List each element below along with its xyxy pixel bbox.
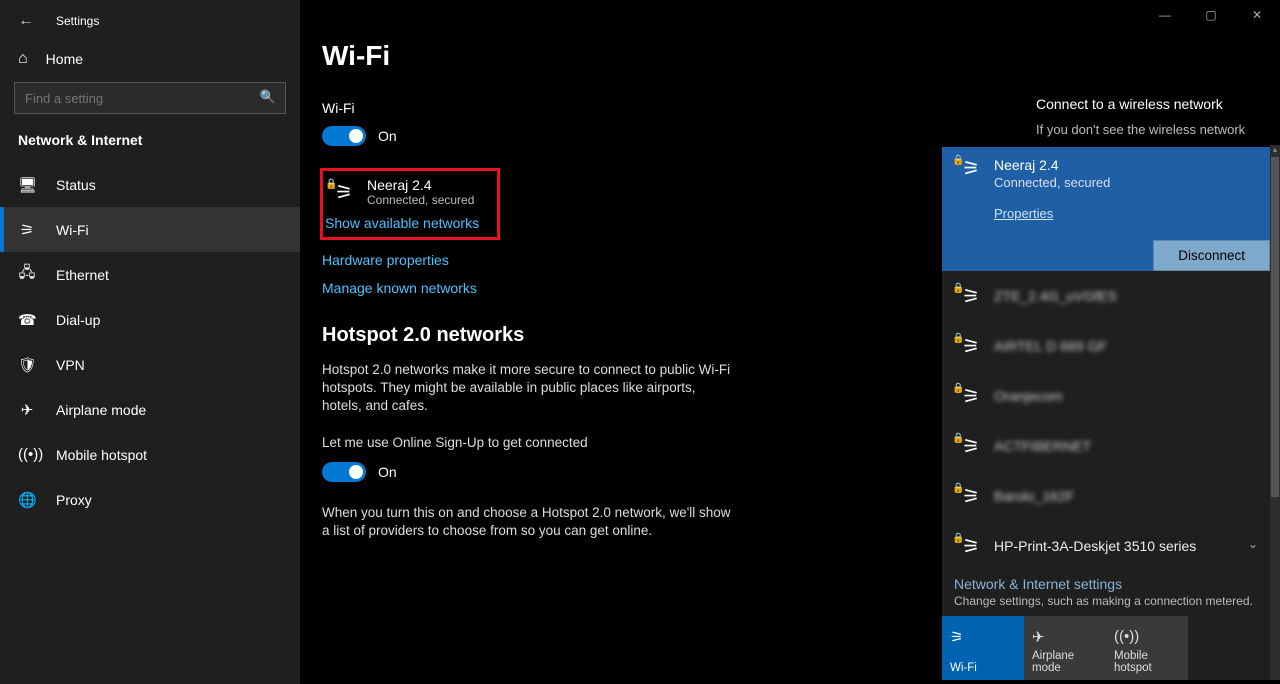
sidebar-item-proxy[interactable]: 🌐 Proxy [0, 477, 300, 522]
sidebar-item-label: Status [56, 177, 96, 193]
sidebar-nav: 🖥 Status ⚞ Wi-Fi 🖧 Ethernet ☎ Dial-up 🛡 VPN ✈… [0, 162, 300, 684]
flyout-settings-link[interactable]: Network & Internet settings Change setti… [942, 570, 1270, 616]
flyout-network-item[interactable]: 🔒⚞ HP-Print-3A-Deskjet 3510 series [942, 521, 1270, 570]
help-subtext: If you don't see the wireless network [1036, 122, 1256, 137]
sidebar-item-label: Proxy [56, 492, 92, 508]
flyout-network-item[interactable]: 🔒⚞ AIRTEL D 689 GF [942, 321, 1270, 371]
wifi-secured-icon: 🔒⚞ [954, 435, 980, 457]
titlebar-left: ← Settings [0, 0, 300, 40]
flyout-network-list: 🔒⚞ ZTE_2.4G_uVGfES 🔒⚞ AIRTEL D 689 GF 🔒⚞… [942, 271, 1270, 570]
flyout-network-name: Barolo_162F [994, 488, 1074, 504]
sidebar-item-label: VPN [56, 357, 85, 373]
flyout-settings-title: Network & Internet settings [954, 576, 1258, 592]
tile-label: Wi-Fi [950, 662, 1016, 674]
search-container: 🔍 [0, 82, 300, 132]
tile-wifi[interactable]: ⚞ Wi-Fi [942, 616, 1024, 680]
flyout-network-name: ZTE_2.4G_uVGfES [994, 288, 1117, 304]
back-button[interactable]: ← [18, 12, 34, 30]
sidebar-home[interactable]: ⌂ Home [0, 40, 300, 82]
connected-network-status: Connected, secured [367, 193, 474, 207]
sidebar-item-status[interactable]: 🖥 Status [0, 162, 300, 207]
sidebar-category: Network & Internet [0, 132, 300, 162]
wifi-secured-icon: 🔒⚞ [327, 181, 353, 203]
wifi-icon: ⚞ [17, 221, 37, 239]
sidebar-item-label: Mobile hotspot [56, 447, 147, 463]
vpn-icon: 🛡 [18, 356, 36, 374]
wifi-icon: ⚞ [950, 622, 1016, 646]
search-input[interactable] [14, 82, 286, 114]
sidebar: ← Settings ⌂ Home 🔍 Network & Internet 🖥… [0, 0, 300, 684]
help-panel: Connect to a wireless network If you don… [1036, 96, 1256, 137]
sidebar-item-label: Dial-up [56, 312, 100, 328]
flyout-scrollbar[interactable] [1270, 145, 1280, 680]
wifi-toggle[interactable] [322, 126, 366, 146]
highlighted-region: 🔒⚞ Neeraj 2.4 Connected, secured Show av… [320, 168, 500, 240]
help-heading: Connect to a wireless network [1036, 96, 1256, 112]
proxy-icon: 🌐 [18, 491, 36, 509]
airplane-icon: ✈ [18, 401, 36, 419]
home-label: Home [46, 51, 83, 67]
flyout-connected-network[interactable]: 🔒⚞ Neeraj 2.4 Connected, secured Propert… [942, 147, 1270, 271]
flyout-network-item[interactable]: 🔒⚞ Oranjecom [942, 371, 1270, 421]
sidebar-item-airplane[interactable]: ✈ Airplane mode [0, 387, 300, 432]
page-title: Wi-Fi [322, 40, 1280, 72]
network-flyout: 🔒⚞ Neeraj 2.4 Connected, secured Propert… [942, 147, 1270, 680]
connected-network-name: Neeraj 2.4 [367, 177, 474, 193]
status-icon: 🖥 [18, 176, 36, 194]
sidebar-item-wifi[interactable]: ⚞ Wi-Fi [0, 207, 300, 252]
wifi-secured-icon: 🔒⚞ [954, 535, 980, 557]
app-title: Settings [56, 14, 99, 28]
flyout-settings-sub: Change settings, such as making a connec… [954, 594, 1258, 608]
flyout-connected-status: Connected, secured [994, 175, 1110, 190]
sidebar-item-label: Ethernet [56, 267, 109, 283]
wifi-secured-icon: 🔒⚞ [954, 485, 980, 507]
tile-airplane[interactable]: ✈ Airplane mode [1024, 616, 1106, 680]
flyout-network-name: Oranjecom [994, 388, 1062, 404]
airplane-icon: ✈ [1032, 622, 1098, 646]
minimize-button[interactable]: — [1142, 0, 1188, 30]
tile-hotspot[interactable]: ((•)) Mobile hotspot [1106, 616, 1188, 680]
close-button[interactable]: ✕ [1234, 0, 1280, 30]
hotspot-icon: ((•)) [1114, 622, 1180, 645]
dialup-icon: ☎ [18, 311, 36, 329]
sidebar-item-dialup[interactable]: ☎ Dial-up [0, 297, 300, 342]
flyout-network-item[interactable]: 🔒⚞ Barolo_162F [942, 471, 1270, 521]
connected-network-text: Neeraj 2.4 Connected, secured [367, 177, 474, 207]
home-icon: ⌂ [18, 50, 28, 68]
flyout-connected-info: Neeraj 2.4 Connected, secured Properties [994, 157, 1110, 271]
disconnect-button[interactable]: Disconnect [1153, 240, 1270, 271]
flyout-network-item[interactable]: 🔒⚞ ACTFIBERNET [942, 421, 1270, 471]
tile-label: Mobile hotspot [1114, 650, 1180, 674]
connected-network[interactable]: 🔒⚞ Neeraj 2.4 Connected, secured [323, 177, 487, 207]
flyout-connected-name: Neeraj 2.4 [994, 157, 1110, 173]
sidebar-item-label: Airplane mode [56, 402, 146, 418]
signup-label: Let me use Online Sign-Up to get connect… [322, 434, 732, 452]
wifi-secured-icon: 🔒⚞ [954, 335, 980, 357]
signup-toggle[interactable] [322, 462, 366, 482]
flyout-network-name: AIRTEL D 689 GF [994, 338, 1107, 354]
tile-label: Airplane mode [1032, 650, 1098, 674]
hotspot-body: Hotspot 2.0 networks make it more secure… [322, 361, 732, 416]
flyout-network-item[interactable]: 🔒⚞ ZTE_2.4G_uVGfES [942, 271, 1270, 321]
wifi-secured-icon: 🔒⚞ [954, 385, 980, 407]
wifi-secured-icon: 🔒⚞ [954, 157, 980, 179]
wifi-toggle-state: On [378, 128, 397, 144]
flyout-properties-link[interactable]: Properties [994, 206, 1053, 221]
flyout-quick-tiles: ⚞ Wi-Fi ✈ Airplane mode ((•)) Mobile hot… [942, 616, 1270, 680]
maximize-button[interactable]: ▢ [1188, 0, 1234, 30]
sidebar-item-ethernet[interactable]: 🖧 Ethernet [0, 252, 300, 297]
sidebar-item-hotspot[interactable]: ((•)) Mobile hotspot [0, 432, 300, 477]
show-available-networks-link[interactable]: Show available networks [325, 215, 487, 231]
signup-body: When you turn this on and choose a Hotsp… [322, 504, 732, 540]
sidebar-item-vpn[interactable]: 🛡 VPN [0, 342, 300, 387]
hotspot-icon: ((•)) [18, 446, 36, 463]
wifi-secured-icon: 🔒⚞ [954, 285, 980, 307]
flyout-network-name: ACTFIBERNET [994, 438, 1091, 454]
flyout-network-name: HP-Print-3A-Deskjet 3510 series [994, 538, 1196, 554]
signup-toggle-state: On [378, 464, 397, 480]
ethernet-icon: 🖧 [18, 262, 36, 287]
main-content: — ▢ ✕ Wi-Fi Wi-Fi On 🔒⚞ Neeraj 2.4 Conne… [300, 0, 1280, 684]
window-controls: — ▢ ✕ [1142, 0, 1280, 30]
sidebar-item-label: Wi-Fi [56, 222, 89, 238]
